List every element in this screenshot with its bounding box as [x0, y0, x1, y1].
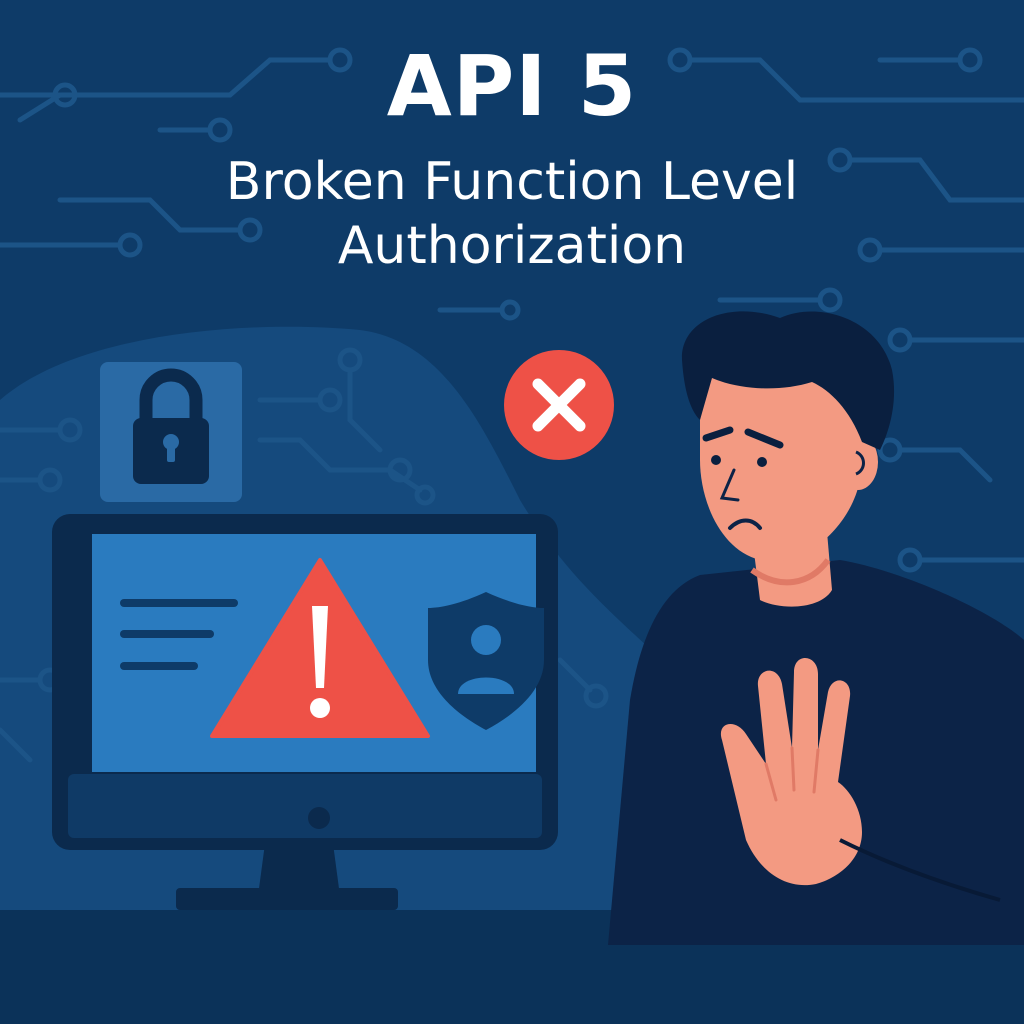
subtitle-line-1: Broken Function Level	[225, 152, 799, 212]
subtitle: Broken Function Level Authorization	[0, 150, 1024, 278]
illustration-canvas: API 5 Broken Function Level Authorizatio…	[0, 0, 1024, 1024]
page-title: API 5	[386, 37, 638, 135]
subtitle-line-2: Authorization	[337, 216, 687, 276]
